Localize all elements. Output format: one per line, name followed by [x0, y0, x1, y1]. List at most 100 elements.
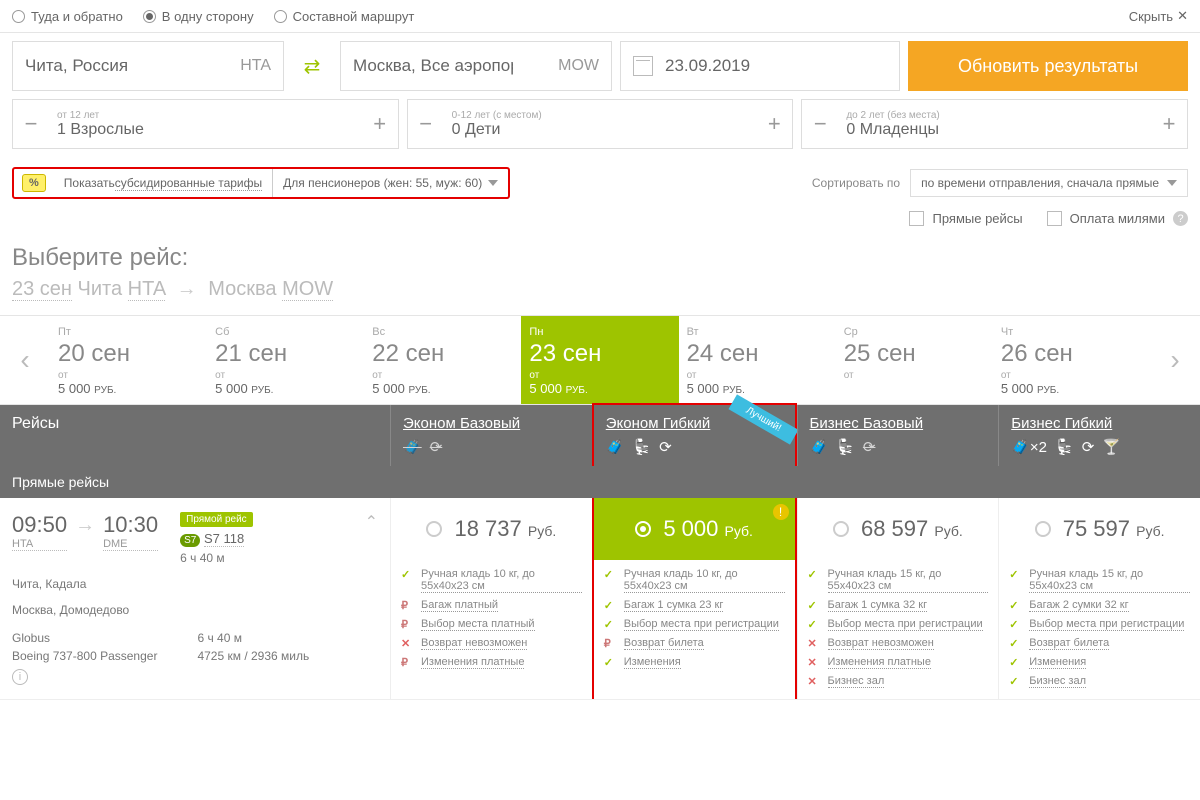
fare-col-econ-flex[interactable]: Лучший! Эконом Гибкий 🧳⟳ [592, 403, 797, 466]
feature-item: ✓Ручная кладь 10 кг, до 55х40х23 см [604, 568, 785, 593]
baggage-icon: 🧳 [606, 438, 625, 456]
baggage-icon: 🧳×2 [1011, 438, 1047, 456]
select-flight-title: Выберите рейс: [0, 240, 1200, 276]
feature-item: ₽Изменения платные [401, 656, 582, 669]
sort-select[interactable]: по времени отправления, сначала прямые [910, 169, 1188, 197]
trip-type-radios: Туда и обратно В одну сторону Составной … [12, 9, 1129, 24]
feature-item: ✓Изменения [604, 656, 785, 669]
refresh-icon: ⟳ [659, 438, 672, 456]
passenger-row: − от 12 лет1 Взрослые + − 0-12 лет (с ме… [0, 99, 1200, 161]
refresh-icon: ⟳ [430, 438, 443, 456]
date-cell[interactable]: Вт24 сенот5 000 РУБ. [679, 316, 836, 404]
close-icon: ✕ [1177, 8, 1188, 24]
feature-item: ₽Возврат билета [604, 637, 785, 650]
fare-option-2[interactable]: 68 597 Руб. ✓Ручная кладь 15 кг, до 55х4… [797, 498, 999, 699]
date-cell[interactable]: Сб21 сенот5 000 РУБ. [207, 316, 364, 404]
fare-header: Рейсы Эконом Базовый 🧳⟳ Лучший! Эконом Г… [0, 405, 1200, 466]
sort-label: Сортировать по [812, 176, 900, 190]
fare-option-0[interactable]: 18 737 Руб. ✓Ручная кладь 10 кг, до 55х4… [390, 498, 592, 699]
child-stepper: − 0-12 лет (с местом)0 Дети + [407, 99, 794, 149]
date-cell[interactable]: Пт20 сенот5 000 РУБ. [50, 316, 207, 404]
refresh-icon: ⟳ [863, 438, 876, 456]
date-input[interactable]: 23.09.2019 [620, 41, 900, 91]
feature-item: ✕Изменения платные [808, 656, 989, 669]
adult-plus[interactable]: + [362, 100, 398, 148]
date-cell[interactable]: Вс22 сенот5 000 РУБ. [364, 316, 521, 404]
sort-block: Сортировать по по времени отправления, с… [812, 169, 1188, 197]
feature-item: ✓Багаж 1 сумка 23 кг [604, 599, 785, 612]
adult-minus[interactable]: − [13, 100, 49, 148]
feature-item: ✓Ручная кладь 15 кг, до 55х40х23 см [1009, 568, 1190, 593]
fare-option-1[interactable]: !5 000 Руб. ✓Ручная кладь 10 кг, до 55х4… [592, 498, 797, 699]
feature-item: ✓Ручная кладь 15 кг, до 55х40х23 см [808, 568, 989, 593]
feature-item: ✕Бизнес зал [808, 675, 989, 688]
arrow-icon: → [75, 514, 95, 537]
trip-type-bar: Туда и обратно В одну сторону Составной … [0, 0, 1200, 33]
date-cell[interactable]: Чт26 сенот5 000 РУБ. [993, 316, 1150, 404]
chevron-down-icon [1167, 180, 1177, 186]
infant-minus[interactable]: − [802, 100, 838, 148]
seat-icon [1055, 438, 1074, 456]
feature-item: ✓Ручная кладь 10 кг, до 55х40х23 см [401, 568, 582, 593]
feature-item: ✓Бизнес зал [1009, 675, 1190, 688]
date-strip: ‹ Пт20 сенот5 000 РУБ.Сб21 сенот5 000 РУ… [0, 315, 1200, 405]
percent-icon: % [22, 174, 46, 192]
direct-badge: Прямой рейс [180, 512, 253, 527]
fare-col-biz-flex[interactable]: Бизнес Гибкий 🧳×2⟳🍸 [998, 405, 1200, 466]
date-cell[interactable]: Пн23 сенот5 000 РУБ. [521, 316, 678, 404]
fare-option-3[interactable]: 75 597 Руб. ✓Ручная кладь 15 кг, до 55х4… [998, 498, 1200, 699]
route-summary: 23 сен Чита HTA → Москва MOW [0, 276, 1200, 315]
filter-checks: Прямые рейсы Оплата милями? [0, 205, 1200, 240]
feature-item: ✓Выбор места при регистрации [604, 618, 785, 631]
infant-plus[interactable]: + [1151, 100, 1187, 148]
baggage-icon: 🧳 [403, 438, 422, 456]
subsidy-select[interactable]: Для пенсионеров (жен: 55, муж: 60) [273, 176, 508, 190]
chevron-down-icon [488, 180, 498, 186]
refresh-icon: ⟳ [1082, 438, 1095, 456]
radio-oneway[interactable]: В одну сторону [143, 9, 254, 24]
radio-roundtrip[interactable]: Туда и обратно [12, 9, 123, 24]
calendar-icon [633, 56, 653, 76]
date-cell[interactable]: Ср25 сенот [836, 316, 993, 404]
date-next[interactable]: › [1150, 316, 1200, 404]
filter-row: % Показать субсидированные тарифы Для пе… [0, 161, 1200, 205]
radio-multi[interactable]: Составной маршрут [274, 9, 415, 24]
adult-stepper: − от 12 лет1 Взрослые + [12, 99, 399, 149]
alert-icon: ! [773, 504, 789, 520]
feature-item: ✓Возврат билета [1009, 637, 1190, 650]
feature-item: ₽Выбор места платный [401, 618, 582, 631]
flight-info: 09:50HTA → 10:30DME Прямой рейс S7 S7 11… [0, 498, 390, 699]
seat-icon [632, 438, 651, 456]
hide-link[interactable]: Скрыть ✕ [1129, 8, 1188, 24]
swap-button[interactable]: ⇄ [292, 41, 332, 91]
from-city-input[interactable]: Чита, РоссияHTA [12, 41, 284, 91]
expand-chevron[interactable]: ⌃ [365, 512, 378, 532]
flight-row: 09:50HTA → 10:30DME Прямой рейс S7 S7 11… [0, 498, 1200, 700]
update-button[interactable]: Обновить результаты [908, 41, 1188, 91]
feature-item: ✓Багаж 1 сумка 32 кг [808, 599, 989, 612]
to-city-input[interactable]: Москва, Все аэропортыMOW [340, 41, 612, 91]
feature-item: ✓Выбор места при регистрации [808, 618, 989, 631]
direct-checkbox[interactable]: Прямые рейсы [909, 211, 1022, 226]
flights-col-header: Рейсы [0, 405, 390, 466]
feature-item: ✓Выбор места при регистрации [1009, 618, 1190, 631]
cocktail-icon: 🍸 [1102, 438, 1121, 456]
infant-stepper: − до 2 лет (без места)0 Младенцы + [801, 99, 1188, 149]
info-icon: ? [1173, 211, 1188, 226]
subsidy-toggle[interactable]: Показать субсидированные тарифы [54, 169, 273, 197]
date-prev[interactable]: ‹ [0, 316, 50, 404]
feature-item: ✓Изменения [1009, 656, 1190, 669]
feature-item: ✕Возврат невозможен [401, 637, 582, 650]
s7-logo: S7 [180, 534, 200, 547]
child-minus[interactable]: − [408, 100, 444, 148]
miles-checkbox[interactable]: Оплата милями? [1047, 211, 1188, 226]
feature-item: ✓Багаж 2 сумки 32 кг [1009, 599, 1190, 612]
fare-col-biz-basic[interactable]: Бизнес Базовый 🧳⟳ [797, 405, 999, 466]
child-plus[interactable]: + [756, 100, 792, 148]
subsidy-box: % Показать субсидированные тарифы Для пе… [12, 167, 510, 199]
search-row: Чита, РоссияHTA ⇄ Москва, Все аэропортыM… [0, 33, 1200, 99]
fare-col-econ-basic[interactable]: Эконом Базовый 🧳⟳ [390, 405, 592, 466]
baggage-icon: 🧳 [810, 438, 829, 456]
info-icon[interactable]: i [12, 669, 28, 685]
direct-flights-header: Прямые рейсы [0, 466, 1200, 498]
